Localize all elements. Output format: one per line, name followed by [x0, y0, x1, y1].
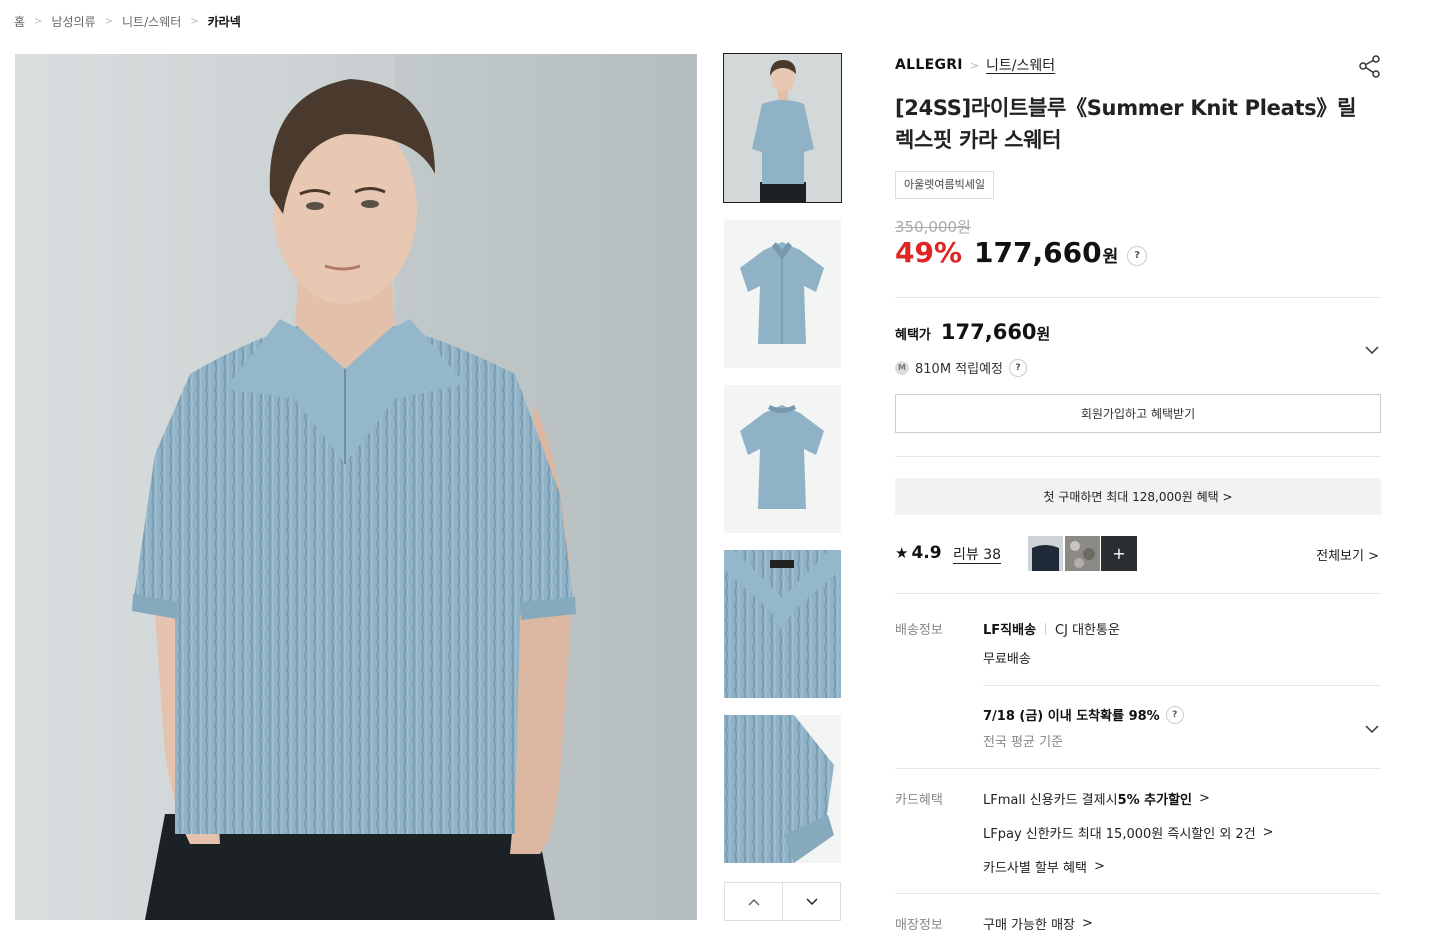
thumbnail-next-button[interactable]: [782, 883, 840, 920]
card-benefit-1-text: LFmall 신용카드 결제시: [983, 793, 1118, 808]
review-photo-1[interactable]: [1028, 536, 1063, 571]
store-info-label: 매장정보: [895, 918, 943, 933]
benefit-price-row: 혜택가 177,660 원: [895, 320, 1050, 344]
points-help-icon[interactable]: ?: [1009, 358, 1028, 377]
card-benefit-1[interactable]: LFmall 신용카드 결제시 5% 추가할인 >: [983, 789, 1210, 808]
review-more-button[interactable]: +: [1101, 536, 1137, 571]
arrival-row: 7/18 (금) 이내 도착확률 98% ?: [983, 705, 1184, 724]
brand-name[interactable]: ALLEGRI: [895, 57, 963, 73]
shipping-method-row: LF직배송 CJ 대한통운: [983, 619, 1120, 638]
star-icon: ★: [895, 544, 909, 562]
benefit-currency: 원: [1036, 325, 1051, 343]
card-benefit-3[interactable]: 카드사별 할부 혜택 >: [983, 857, 1105, 876]
divider: [895, 768, 1381, 769]
arrival-help-icon[interactable]: ?: [1165, 705, 1184, 724]
shipping-method: LF직배송: [983, 623, 1037, 638]
thumbnail-nav: [724, 882, 841, 921]
breadcrumb: 홈 > 남성의류 > 니트/스웨터 > 카라넥: [14, 12, 241, 30]
benefit-label: 혜택가: [895, 328, 931, 343]
card-benefit-3-text: 카드사별 할부 혜택: [983, 861, 1087, 876]
breadcrumb-mens[interactable]: 남성의류: [51, 13, 95, 30]
sale-price: 177,660: [974, 236, 1102, 269]
divider: [895, 893, 1381, 894]
price-row: 49% 177,660 원 ?: [895, 236, 1148, 276]
shipping-label: 배송정보: [895, 623, 943, 638]
product-title: [24SS]라이트블루《Summer Knit Pleats》릴렉스핏 카라 스…: [895, 96, 1357, 152]
thumbnail-3[interactable]: [724, 385, 841, 533]
mileage-badge-icon: M: [895, 360, 909, 375]
thumbnail-2[interactable]: [724, 220, 841, 368]
brand-separator: >: [969, 58, 980, 72]
thumbnail-1[interactable]: [723, 53, 842, 203]
breadcrumb-separator: >: [190, 15, 199, 27]
chevron-down-icon: [805, 897, 818, 905]
join-benefit-button[interactable]: 회원가입하고 혜택받기: [895, 394, 1381, 433]
shipping-carrier: CJ 대한통운: [1055, 623, 1120, 638]
divider: [895, 456, 1381, 457]
review-photo-2[interactable]: [1065, 536, 1100, 571]
original-price: 350,000원: [895, 218, 971, 236]
price-help-icon[interactable]: ?: [1127, 245, 1148, 266]
breadcrumb-current: 카라넥: [207, 14, 241, 29]
brand-category-link[interactable]: 니트/스웨터: [986, 55, 1055, 75]
see-all-reviews-link[interactable]: 전체보기 >: [1316, 545, 1379, 564]
arrival-estimate: 7/18 (금) 이내 도착확률 98%: [983, 709, 1160, 724]
main-product-image[interactable]: [15, 54, 697, 920]
breadcrumb-separator: >: [104, 15, 113, 27]
review-row: ★ 4.9 리뷰 38 + 전체보기 >: [895, 536, 1381, 572]
card-benefit-1-highlight: 5% 추가할인: [1117, 793, 1192, 808]
first-purchase-banner[interactable]: 첫 구매하면 최대 128,000원 혜택 >: [895, 478, 1381, 515]
rating-value: 4.9: [911, 543, 942, 563]
chevron-right-icon: >: [1093, 859, 1105, 874]
store-link-text: 구매 가능한 매장: [983, 918, 1075, 933]
chevron-down-icon[interactable]: [1364, 342, 1380, 358]
thumbnail-4[interactable]: [724, 550, 841, 698]
brand-row: ALLEGRI > 니트/스웨터: [895, 54, 1055, 76]
chevron-down-icon[interactable]: [1364, 721, 1380, 737]
shipping-fee-row: 무료배송: [983, 648, 1031, 667]
arrival-basis: 전국 평균 기준: [983, 735, 1064, 750]
breadcrumb-knit[interactable]: 니트/스웨터: [122, 13, 181, 30]
breadcrumb-home[interactable]: 홈: [14, 13, 25, 30]
currency-unit: 원: [1102, 247, 1119, 267]
points-text: 810M 적립예정: [915, 362, 1004, 377]
divider: [1045, 622, 1047, 635]
discount-rate: 49%: [895, 236, 963, 269]
sale-tag: 아울렛여름빅세일: [895, 171, 994, 199]
share-icon[interactable]: [1357, 54, 1383, 80]
chevron-right-icon: >: [1199, 791, 1210, 806]
divider: [983, 685, 1381, 686]
divider: [895, 297, 1381, 298]
store-link[interactable]: 구매 가능한 매장 >: [983, 914, 1093, 933]
chevron-right-icon: >: [1262, 825, 1274, 840]
rating: ★ 4.9: [895, 543, 942, 563]
card-benefit-label: 카드혜택: [895, 793, 943, 808]
divider: [895, 593, 1381, 594]
breadcrumb-separator: >: [34, 15, 43, 27]
review-count-link[interactable]: 리뷰 38: [953, 544, 1001, 564]
arrival-basis-row: 전국 평균 기준: [983, 731, 1063, 750]
thumbnail-5[interactable]: [724, 715, 841, 863]
chevron-up-icon: [747, 898, 760, 906]
chevron-right-icon: >: [1082, 916, 1093, 931]
card-benefit-2[interactable]: LFpay 신한카드 최대 15,000원 즉시할인 외 2건 >: [983, 823, 1274, 842]
thumbnail-prev-button[interactable]: [725, 883, 782, 920]
shipping-fee: 무료배송: [983, 652, 1031, 667]
benefit-price: 177,660: [940, 320, 1037, 344]
points-row: M 810M 적립예정 ?: [895, 358, 1028, 377]
card-benefit-2-text: LFpay 신한카드 최대 15,000원 즉시할인 외 2건: [983, 827, 1256, 842]
